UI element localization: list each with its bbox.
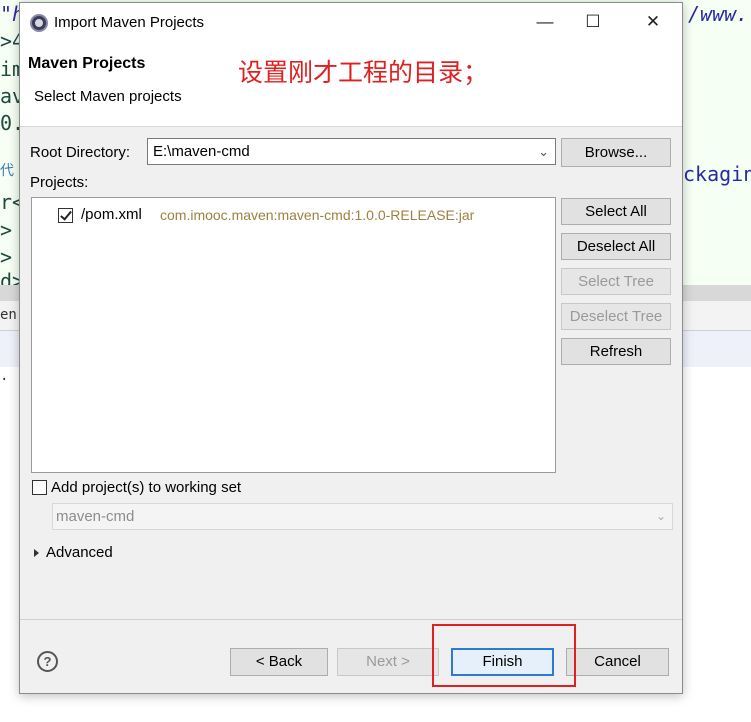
page-title: Maven Projects xyxy=(28,55,146,72)
window-title: Import Maven Projects xyxy=(54,14,205,31)
code-line: > xyxy=(0,245,13,269)
minimize-button[interactable]: — xyxy=(522,7,568,37)
project-checkbox[interactable] xyxy=(58,208,73,223)
close-button[interactable]: ✕ xyxy=(630,7,676,37)
working-set-combo[interactable]: maven-cmd ⌄ xyxy=(52,503,673,530)
working-set-label: Add project(s) to working set xyxy=(51,479,242,496)
project-pom-name: /pom.xml xyxy=(81,206,142,223)
strip-fragment: en xyxy=(0,307,17,323)
chevron-down-icon[interactable]: ⌄ xyxy=(656,509,666,523)
select-all-button[interactable]: Select All xyxy=(561,198,671,225)
refresh-button[interactable]: Refresh xyxy=(561,338,671,365)
working-set-value: maven-cmd xyxy=(56,508,135,525)
working-set-checkbox[interactable] xyxy=(32,480,47,495)
eclipse-app-icon xyxy=(30,14,48,32)
strip2-fragment: . xyxy=(0,368,9,384)
code-line: > xyxy=(0,218,13,242)
expand-arrow-icon[interactable] xyxy=(34,549,39,557)
deselect-tree-button[interactable]: Deselect Tree xyxy=(561,303,671,330)
projects-label: Projects: xyxy=(30,174,89,191)
chevron-down-icon[interactable]: ⌄ xyxy=(538,144,549,160)
annotation-text: 设置刚才工程的目录； xyxy=(238,58,489,87)
back-button[interactable]: < Back xyxy=(230,648,328,676)
import-maven-projects-dialog: Import Maven Projects — ☐ ✕ Maven Projec… xyxy=(19,2,683,694)
project-gav: com.imooc.maven:maven-cmd:1.0.0-RELEASE:… xyxy=(160,207,475,223)
root-directory-combo[interactable]: E:\maven-cmd ⌄ xyxy=(147,138,556,165)
code-line: 代 xyxy=(0,163,14,179)
code-fragment-top-right: /www. xyxy=(688,2,749,26)
wizard-header: Maven Projects Select Maven projects 设置刚… xyxy=(20,41,682,127)
next-button[interactable]: Next > xyxy=(337,648,439,676)
advanced-toggle[interactable]: Advanced xyxy=(46,544,113,561)
title-bar[interactable]: Import Maven Projects — ☐ ✕ xyxy=(20,3,682,41)
help-icon[interactable]: ? xyxy=(37,651,58,672)
deselect-all-button[interactable]: Deselect All xyxy=(561,233,671,260)
footer-divider xyxy=(20,619,682,620)
projects-tree[interactable]: /pom.xml com.imooc.maven:maven-cmd:1.0.0… xyxy=(31,197,556,473)
root-directory-value: E:\maven-cmd xyxy=(153,143,250,160)
browse-button[interactable]: Browse... xyxy=(561,138,671,167)
page-subtitle: Select Maven projects xyxy=(34,88,182,105)
code-fragment-right: ckagin xyxy=(683,162,751,186)
root-directory-label: Root Directory: xyxy=(30,144,131,161)
select-tree-button[interactable]: Select Tree xyxy=(561,268,671,295)
annotation-highlight-box xyxy=(432,624,576,687)
cancel-button[interactable]: Cancel xyxy=(566,648,669,676)
maximize-button[interactable]: ☐ xyxy=(570,7,616,37)
